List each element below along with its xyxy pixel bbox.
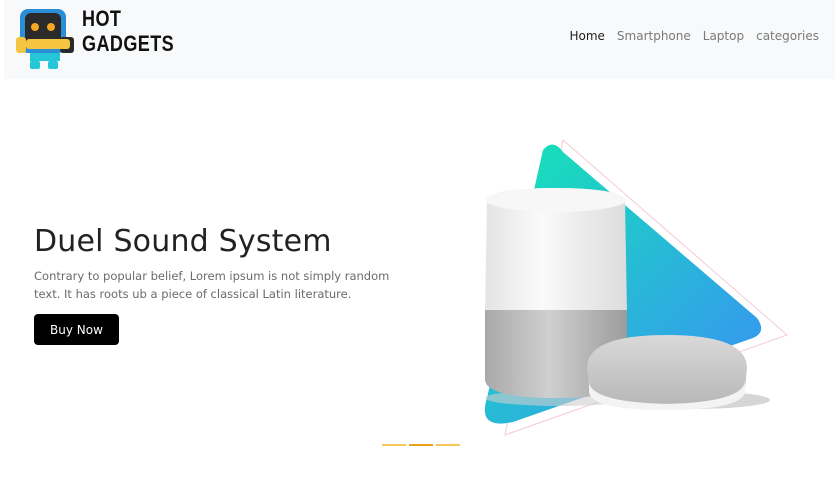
navbar: HOT GADGETS Home Smartphone Laptop categ… xyxy=(4,0,835,79)
nav-link-smartphone[interactable]: Smartphone xyxy=(617,29,691,43)
main-nav: Home Smartphone Laptop categories xyxy=(569,29,819,43)
brand-line-2: GADGETS xyxy=(82,31,175,56)
hero-description: Contrary to popular belief, Lorem ipsum … xyxy=(34,269,390,301)
nav-link-laptop[interactable]: Laptop xyxy=(703,29,744,43)
nav-link-categories[interactable]: categories xyxy=(756,29,819,43)
smart-speaker-product-image xyxy=(484,139,788,436)
carousel-indicator-2[interactable] xyxy=(409,444,433,446)
carousel-indicator-1[interactable] xyxy=(382,444,406,446)
brand-line-1: HOT xyxy=(82,6,122,31)
brand-name[interactable]: HOT GADGETS xyxy=(82,6,174,56)
carousel-indicator-3[interactable] xyxy=(436,444,460,446)
robot-mascot-logo-icon[interactable] xyxy=(16,3,78,71)
carousel-indicators xyxy=(382,444,460,446)
hero-title: Duel Sound System xyxy=(34,224,332,259)
buy-now-button[interactable]: Buy Now xyxy=(34,314,119,345)
nav-link-home[interactable]: Home xyxy=(569,29,604,43)
